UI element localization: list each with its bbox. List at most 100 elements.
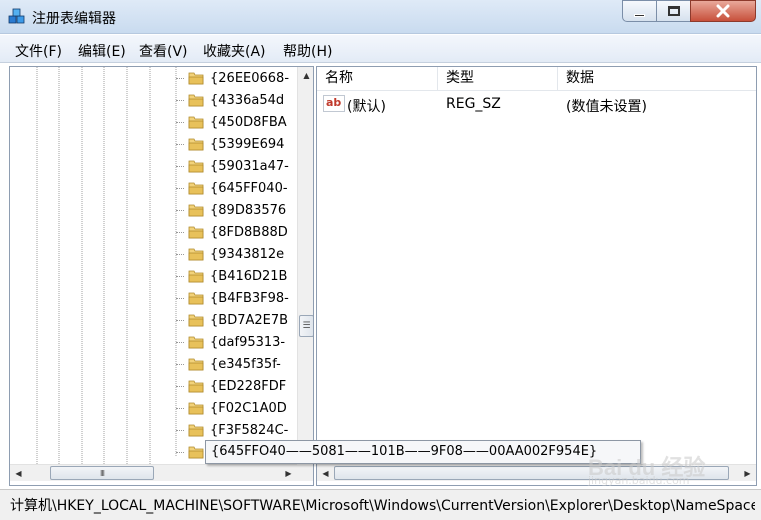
tree-item[interactable]: {9343812e bbox=[176, 243, 304, 265]
value-data: (数值未设置) bbox=[566, 99, 647, 115]
tree-item-label: {F02C1A0D bbox=[210, 400, 287, 416]
menu-edit[interactable]: 编辑(E) bbox=[78, 41, 126, 61]
value-type: REG_SZ bbox=[446, 96, 501, 112]
status-bar: 计算机\HKEY_LOCAL_MACHINE\SOFTWARE\Microsof… bbox=[0, 489, 761, 520]
folder-icon bbox=[188, 94, 204, 107]
minimize-icon bbox=[634, 13, 645, 17]
tree-horizontal-scrollbar[interactable]: ◀ III ▶ bbox=[10, 464, 297, 481]
column-header-name[interactable]: 名称 bbox=[317, 67, 438, 91]
tree-item-label: {F3F5824C- bbox=[210, 422, 289, 438]
tree-connector bbox=[176, 320, 184, 321]
baidu-jingyan-watermark: Bai du 经验 jingyan.baidu.com bbox=[588, 448, 728, 488]
tree-item-label: {daf95313- bbox=[210, 334, 286, 350]
tree-vertical-scrollbar[interactable]: ▲ ☰ bbox=[297, 67, 313, 464]
folder-icon bbox=[188, 226, 204, 239]
tree-item[interactable]: {645FF040- bbox=[176, 177, 304, 199]
tree-connector bbox=[176, 298, 184, 299]
tree-connector bbox=[176, 166, 184, 167]
tree-item[interactable]: {4336a54d bbox=[176, 89, 304, 111]
tree-item-label: {e345f35f- bbox=[210, 356, 281, 372]
column-header-type[interactable]: 类型 bbox=[438, 67, 558, 91]
tree-item[interactable]: {89D83576 bbox=[176, 199, 304, 221]
menu-help[interactable]: 帮助(H) bbox=[283, 41, 332, 61]
menu-file[interactable]: 文件(F) bbox=[15, 41, 62, 61]
close-icon bbox=[716, 4, 730, 18]
watermark-url: jingyan.baidu.com bbox=[588, 474, 690, 487]
value-name: (默认) bbox=[347, 99, 386, 115]
folder-icon bbox=[188, 182, 204, 195]
tree-item-label: {5399E694 bbox=[210, 136, 285, 152]
values-scroll-right-arrow[interactable]: ▶ bbox=[739, 465, 756, 482]
menu-favorites[interactable]: 收藏夹(A) bbox=[203, 41, 266, 61]
tree-connector bbox=[176, 386, 184, 387]
folder-icon bbox=[188, 446, 204, 459]
tree-item[interactable]: {e345f35f- bbox=[176, 353, 304, 375]
tree-connector bbox=[176, 122, 184, 123]
tree-connector bbox=[176, 232, 184, 233]
menu-view[interactable]: 查看(V) bbox=[139, 41, 188, 61]
tree-connector bbox=[176, 78, 184, 79]
tree-item-label: {450D8FBA bbox=[210, 114, 287, 130]
tree-item[interactable]: {5399E694 bbox=[176, 133, 304, 155]
tree-item[interactable]: {ED228FDF bbox=[176, 375, 304, 397]
tree-item[interactable]: {daf95313- bbox=[176, 331, 304, 353]
tree-item[interactable]: {BD7A2E7B bbox=[176, 309, 304, 331]
tree-item-label: {4336a54d bbox=[210, 92, 285, 108]
tree-connector bbox=[176, 276, 184, 277]
minimize-button[interactable] bbox=[622, 0, 657, 22]
tree-connector bbox=[176, 188, 184, 189]
scroll-up-arrow[interactable]: ▲ bbox=[298, 67, 313, 84]
hscroll-grip-icon: III bbox=[99, 468, 105, 478]
tree-item-label: {BD7A2E7B bbox=[210, 312, 289, 328]
tree-item-label: {8FD8B88D bbox=[210, 224, 288, 240]
tree-connector bbox=[176, 210, 184, 211]
tree-item-label: {645FF040- bbox=[210, 180, 288, 196]
tree-horizontal-scroll-thumb[interactable]: III bbox=[50, 466, 154, 480]
folder-icon bbox=[188, 138, 204, 151]
folder-icon bbox=[188, 160, 204, 173]
tree-connector bbox=[176, 144, 184, 145]
close-button[interactable] bbox=[690, 0, 756, 22]
tree-connector bbox=[176, 254, 184, 255]
folder-icon bbox=[188, 314, 204, 327]
registry-values-pane: 名称 类型 数据 ab (默认) REG_SZ (数值未设置) ◀ ▶ bbox=[316, 66, 757, 486]
folder-icon bbox=[188, 424, 204, 437]
values-scroll-left-arrow[interactable]: ◀ bbox=[317, 465, 334, 482]
tree-connector bbox=[176, 452, 184, 453]
folder-icon bbox=[188, 358, 204, 371]
tree-item[interactable]: {B416D21B bbox=[176, 265, 304, 287]
tree-item-label: {B416D21B bbox=[210, 268, 288, 284]
folder-icon bbox=[188, 270, 204, 283]
tree-item[interactable]: {F02C1A0D bbox=[176, 397, 304, 419]
ab-string-icon: ab bbox=[323, 95, 345, 112]
scroll-right-arrow[interactable]: ▶ bbox=[280, 465, 297, 482]
tree-item-label: {26EE0668- bbox=[210, 70, 290, 86]
folder-icon bbox=[188, 204, 204, 217]
scroll-left-arrow[interactable]: ◀ bbox=[10, 465, 27, 482]
title-bar: 注册表编辑器 bbox=[0, 0, 761, 34]
tree-item[interactable]: {B4FB3F98- bbox=[176, 287, 304, 309]
folder-icon bbox=[188, 380, 204, 393]
tree-item-label: {89D83576 bbox=[210, 202, 287, 218]
tree-item-label: {B4FB3F98- bbox=[210, 290, 289, 306]
maximize-button[interactable] bbox=[656, 0, 691, 22]
tree-vertical-scroll-thumb[interactable]: ☰ bbox=[299, 315, 313, 337]
tree-item[interactable]: {F3F5824C- bbox=[176, 419, 304, 441]
tree-item-label: {ED228FDF bbox=[210, 378, 287, 394]
tree-item[interactable]: {59031a47- bbox=[176, 155, 304, 177]
tree-item[interactable]: {450D8FBA bbox=[176, 111, 304, 133]
window-title: 注册表编辑器 bbox=[32, 11, 116, 27]
tree-connector bbox=[176, 430, 184, 431]
tree-connector bbox=[176, 364, 184, 365]
folder-icon bbox=[188, 248, 204, 261]
folder-icon bbox=[188, 402, 204, 415]
maximize-icon bbox=[667, 6, 680, 16]
value-row[interactable]: ab (默认) REG_SZ (数值未设置) bbox=[317, 93, 756, 115]
menu-bar: 文件(F) 编辑(E) 查看(V) 收藏夹(A) 帮助(H) bbox=[0, 35, 761, 63]
tree-item[interactable]: {8FD8B88D bbox=[176, 221, 304, 243]
key-name-tooltip: {645FFO40——5081——101B——9F08——00AA002F954… bbox=[205, 440, 641, 464]
column-header-data[interactable]: 数据 bbox=[558, 67, 756, 91]
tree-item[interactable]: {26EE0668- bbox=[176, 67, 304, 89]
tree-connector bbox=[176, 100, 184, 101]
registry-app-icon bbox=[8, 8, 25, 24]
